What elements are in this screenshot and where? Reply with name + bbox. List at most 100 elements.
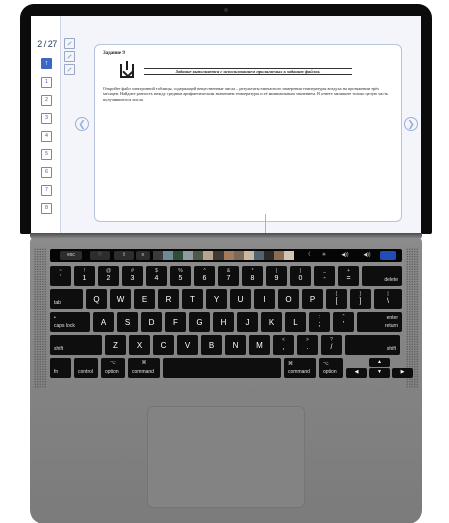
key-quote[interactable]: " ' [333,312,354,332]
key-v[interactable]: V [177,335,198,355]
share-icon[interactable]: ⇧ [114,251,134,260]
key-right-option[interactable]: ⌥ option [319,358,343,378]
key-fn[interactable]: fn [50,358,71,378]
nav-task-8[interactable]: 8 [41,203,52,214]
download-file-icon[interactable] [120,61,134,78]
volume-down-icon[interactable]: ◀)) [336,251,354,260]
fullscreen-icon[interactable] [64,64,75,75]
key-a[interactable]: A [93,312,114,332]
key-semicolon[interactable]: :; [309,312,330,332]
key-c[interactable]: C [153,335,174,355]
key-left-option[interactable]: ⌥ option [101,358,125,378]
photo-scrubber[interactable] [153,251,295,260]
key-l[interactable]: L [285,312,306,332]
nav-task-5[interactable]: 5 [41,149,52,160]
key-n[interactable]: N [225,335,246,355]
keyboard-row-qwerty: tab Q W E R T Y U I O P {[ }] | \ [50,289,402,309]
key-4[interactable]: $4 [146,266,167,286]
nav-task-7[interactable]: 7 [41,185,52,196]
key-return[interactable]: enter return [357,312,402,332]
key-arrow-up[interactable]: ▲ [369,358,390,367]
touch-bar: esc ♡ ⇧ ≡ 〈 ☀ ◀)) ◀)) [50,249,402,262]
key-3[interactable]: #3 [122,266,143,286]
trackpad[interactable] [147,406,305,508]
task-card: Задание 9 Задание выполняется с использо… [94,44,402,222]
tune-icon[interactable]: ≡ [136,251,150,260]
siri-icon[interactable] [380,251,396,260]
key-f[interactable]: F [165,312,186,332]
nav-task-2[interactable]: 2 [41,95,52,106]
key-slash[interactable]: ? / [321,335,342,355]
key-comma[interactable]: <, [273,335,294,355]
key-arrow-right[interactable]: ▶ [392,368,413,378]
key-space[interactable] [163,358,281,378]
nav-task-3[interactable]: 3 [41,113,52,124]
key-right-shift[interactable]: shift [345,335,400,355]
key-left-shift[interactable]: shift [50,335,102,355]
keyboard-row-zxcv: shift Z X C V B N M <, >. ? / shift [50,335,402,355]
key-o[interactable]: O [278,289,299,309]
key-s[interactable]: S [117,312,138,332]
key-z[interactable]: Z [105,335,126,355]
key-j[interactable]: J [237,312,258,332]
task-notice: Задание выполняется с использованием при… [144,68,352,75]
key-w[interactable]: W [110,289,131,309]
key-9[interactable]: (9 [266,266,287,286]
key-8[interactable]: * 8 [242,266,263,286]
key-left-command[interactable]: ⌘ command [128,358,160,378]
key-0[interactable]: ) 0 [290,266,311,286]
key-e[interactable]: E [134,289,155,309]
left-speaker-grille [34,248,46,388]
key-y[interactable]: Y [206,289,227,309]
key-right-bracket[interactable]: }] [350,289,371,309]
key-x[interactable]: X [129,335,150,355]
key-backslash[interactable]: | \ [374,289,402,309]
collapse-icon[interactable] [64,51,75,62]
keyboard-row-numbers: ~ ` ! 1 @2 #3 $4 % 5 ^ 6 & 7 * 8 (9 ) 0 _ - + = d… [50,266,402,286]
key-period[interactable]: >. [297,335,318,355]
key-backtick[interactable]: ~ ` [50,266,71,286]
exam-screen: 2 / 27 ↑ 1 2 3 4 5 6 7 8 ❮ ❯ Задание 9 З… [31,16,421,234]
key-i[interactable]: I [254,289,275,309]
nav-task-4[interactable]: 4 [41,131,52,142]
key-r[interactable]: R [158,289,179,309]
key-7[interactable]: & 7 [218,266,239,286]
heart-icon[interactable]: ♡ [90,251,110,260]
key-arrow-down[interactable]: ▼ [369,368,390,378]
key-p[interactable]: P [302,289,323,309]
key-tab[interactable]: tab [50,289,83,309]
key-g[interactable]: G [189,312,210,332]
key-h[interactable]: H [213,312,234,332]
touchbar-esc[interactable]: esc [60,251,82,260]
key-minus[interactable]: _ - [314,266,335,286]
key-q[interactable]: Q [86,289,107,309]
key-b[interactable]: B [201,335,222,355]
expand-icon[interactable] [64,38,75,49]
key-delete[interactable]: delete [362,266,402,286]
key-u[interactable]: U [230,289,251,309]
laptop-scene: 2 / 27 ↑ 1 2 3 4 5 6 7 8 ❮ ❯ Задание 9 З… [0,0,449,523]
prev-task-arrow-icon[interactable]: ❮ [75,117,89,131]
brightness-icon[interactable]: ☀ [316,251,332,260]
key-left-bracket[interactable]: {[ [326,289,347,309]
key-t[interactable]: T [182,289,203,309]
nav-task-1[interactable]: 1 [41,77,52,88]
key-equals[interactable]: + = [338,266,359,286]
volume-up-icon[interactable]: ◀)) [358,251,376,260]
key-5[interactable]: % 5 [170,266,191,286]
scrollbar[interactable] [265,214,266,234]
key-arrow-left[interactable]: ◀ [346,368,367,378]
next-task-arrow-icon[interactable]: ❯ [404,117,418,131]
nav-up-button[interactable]: ↑ [41,58,52,69]
key-6[interactable]: ^ 6 [194,266,215,286]
key-d[interactable]: D [141,312,162,332]
nav-task-6[interactable]: 6 [41,167,52,178]
key-control[interactable]: control [74,358,98,378]
key-1[interactable]: ! 1 [74,266,95,286]
touchbar-collapse-icon[interactable]: 〈 [304,251,312,260]
key-caps-lock[interactable]: • caps lock [50,312,90,332]
key-right-command[interactable]: ⌘ command [284,358,316,378]
key-m[interactable]: M [249,335,270,355]
key-k[interactable]: K [261,312,282,332]
key-2[interactable]: @2 [98,266,119,286]
